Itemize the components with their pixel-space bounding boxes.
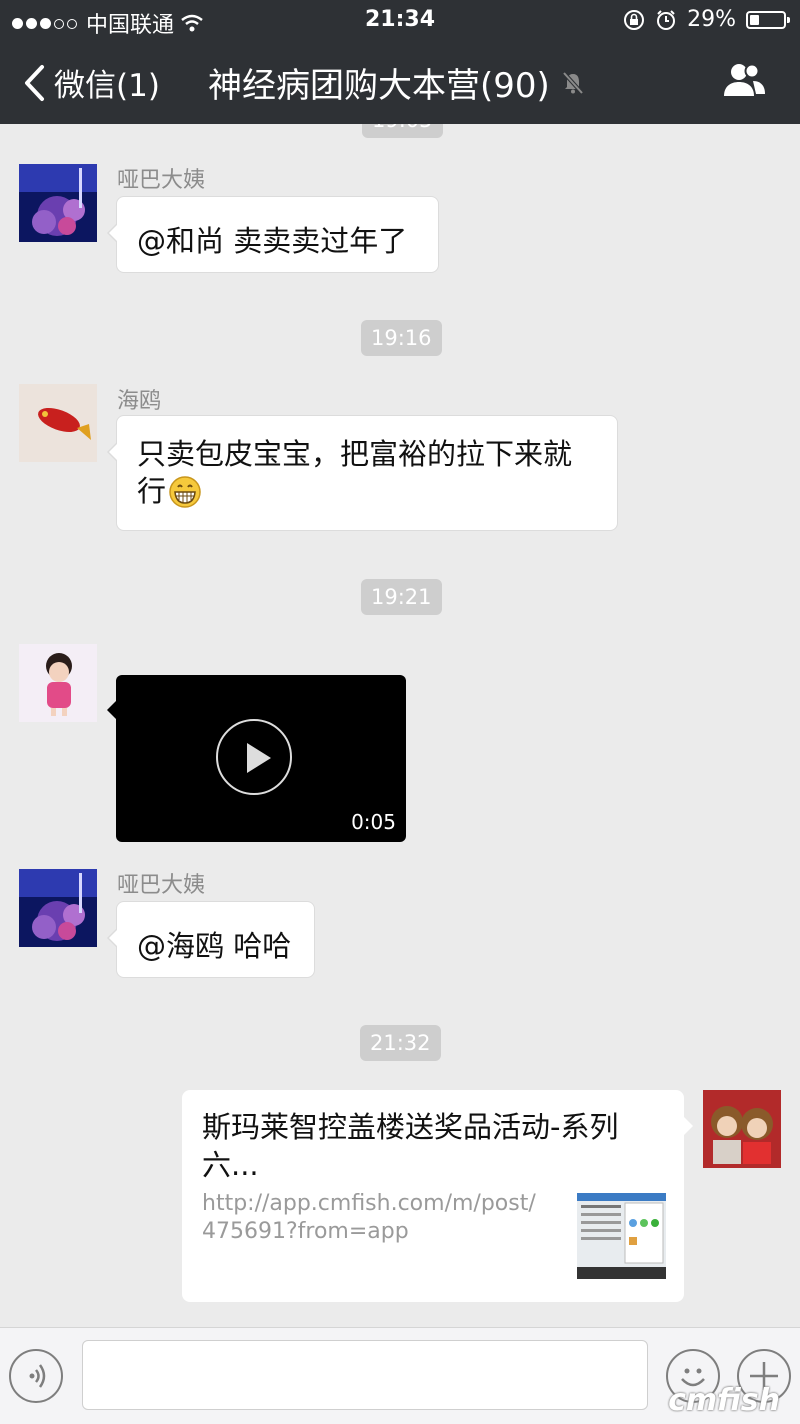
sender-name: 哑巴大姨 — [117, 168, 206, 193]
message-input[interactable] — [82, 1340, 648, 1410]
avatar-child[interactable] — [19, 644, 97, 722]
timestamp: 21:32 — [360, 1025, 441, 1061]
alarm-icon — [657, 9, 676, 30]
chat-title: 神经病团购大本营(90) — [208, 58, 586, 107]
message-bubble[interactable]: @海鸥 哈哈 — [107, 901, 315, 978]
sender-name: 海鸥 — [117, 389, 162, 414]
top-bar: 中国联通 21:34 29% 微信(1) 神经病团购大本营(90) — [0, 0, 800, 124]
message-text-line1: 只卖包皮宝宝，把富裕的拉下来就 — [137, 437, 573, 471]
avatar-haiou[interactable] — [19, 384, 97, 462]
link-thumbnail — [577, 1193, 666, 1279]
play-icon[interactable] — [216, 719, 292, 795]
video-duration: 0:05 — [351, 810, 396, 834]
battery-fill — [750, 14, 759, 25]
back-label: 微信(1) — [54, 68, 160, 104]
chat-title-text: 神经病团购大本营(90) — [208, 66, 550, 106]
mute-bell-icon — [562, 71, 584, 94]
message-bubble[interactable]: @和尚 卖卖卖过年了 — [107, 196, 439, 273]
message-text: @和尚 卖卖卖过年了 — [137, 224, 408, 258]
chat-area[interactable]: 19:05 哑巴大姨 @和尚 卖卖卖过年了 19:16 海鸥 只卖包皮宝宝，把富… — [0, 124, 800, 1327]
nav-bar: 微信(1) 神经病团购大本营(90) — [0, 40, 800, 124]
link-card[interactable]: 斯玛莱智控盖楼送奖品活动-系列 六... http://app.cmfish.c… — [182, 1090, 693, 1302]
battery-icon — [746, 10, 790, 29]
link-url-line2: 475691?from=app — [202, 1219, 409, 1244]
group-contacts-icon — [724, 63, 765, 96]
status-bar: 中国联通 21:34 29% — [0, 0, 800, 40]
timestamp-partial: 19:05 — [362, 124, 443, 138]
status-right: 29% — [623, 7, 790, 32]
group-contacts-button[interactable] — [722, 62, 766, 102]
message-text: @海鸥 哈哈 — [137, 929, 292, 963]
timestamp: 19:21 — [361, 579, 442, 615]
timestamp: 19:16 — [361, 320, 442, 356]
rotation-lock-icon — [624, 9, 645, 30]
avatar-yabadayi[interactable] — [19, 869, 97, 947]
avatar-yabadayi[interactable] — [19, 164, 97, 242]
link-url-line1: http://app.cmfish.com/m/post/ — [202, 1191, 536, 1216]
link-title-line1: 斯玛莱智控盖楼送奖品活动-系列 — [202, 1110, 619, 1144]
grin-emoji-icon — [169, 475, 201, 508]
input-bar: cmfish — [0, 1327, 800, 1424]
watermark: cmfish — [668, 1383, 780, 1418]
avatar-self[interactable] — [703, 1090, 781, 1168]
message-text-line2: 行 — [137, 474, 167, 508]
voice-button[interactable] — [9, 1349, 63, 1403]
link-title-line2: 六... — [202, 1148, 259, 1182]
battery-percent: 29% — [687, 7, 736, 32]
video-message[interactable]: 0:05 — [107, 675, 406, 842]
voice-icon — [29, 1364, 46, 1388]
back-button[interactable]: 微信(1) — [22, 60, 160, 105]
chevron-left-icon — [25, 64, 44, 101]
sender-name: 哑巴大姨 — [117, 873, 206, 898]
message-bubble[interactable]: 只卖包皮宝宝，把富裕的拉下来就 行 — [107, 415, 618, 531]
